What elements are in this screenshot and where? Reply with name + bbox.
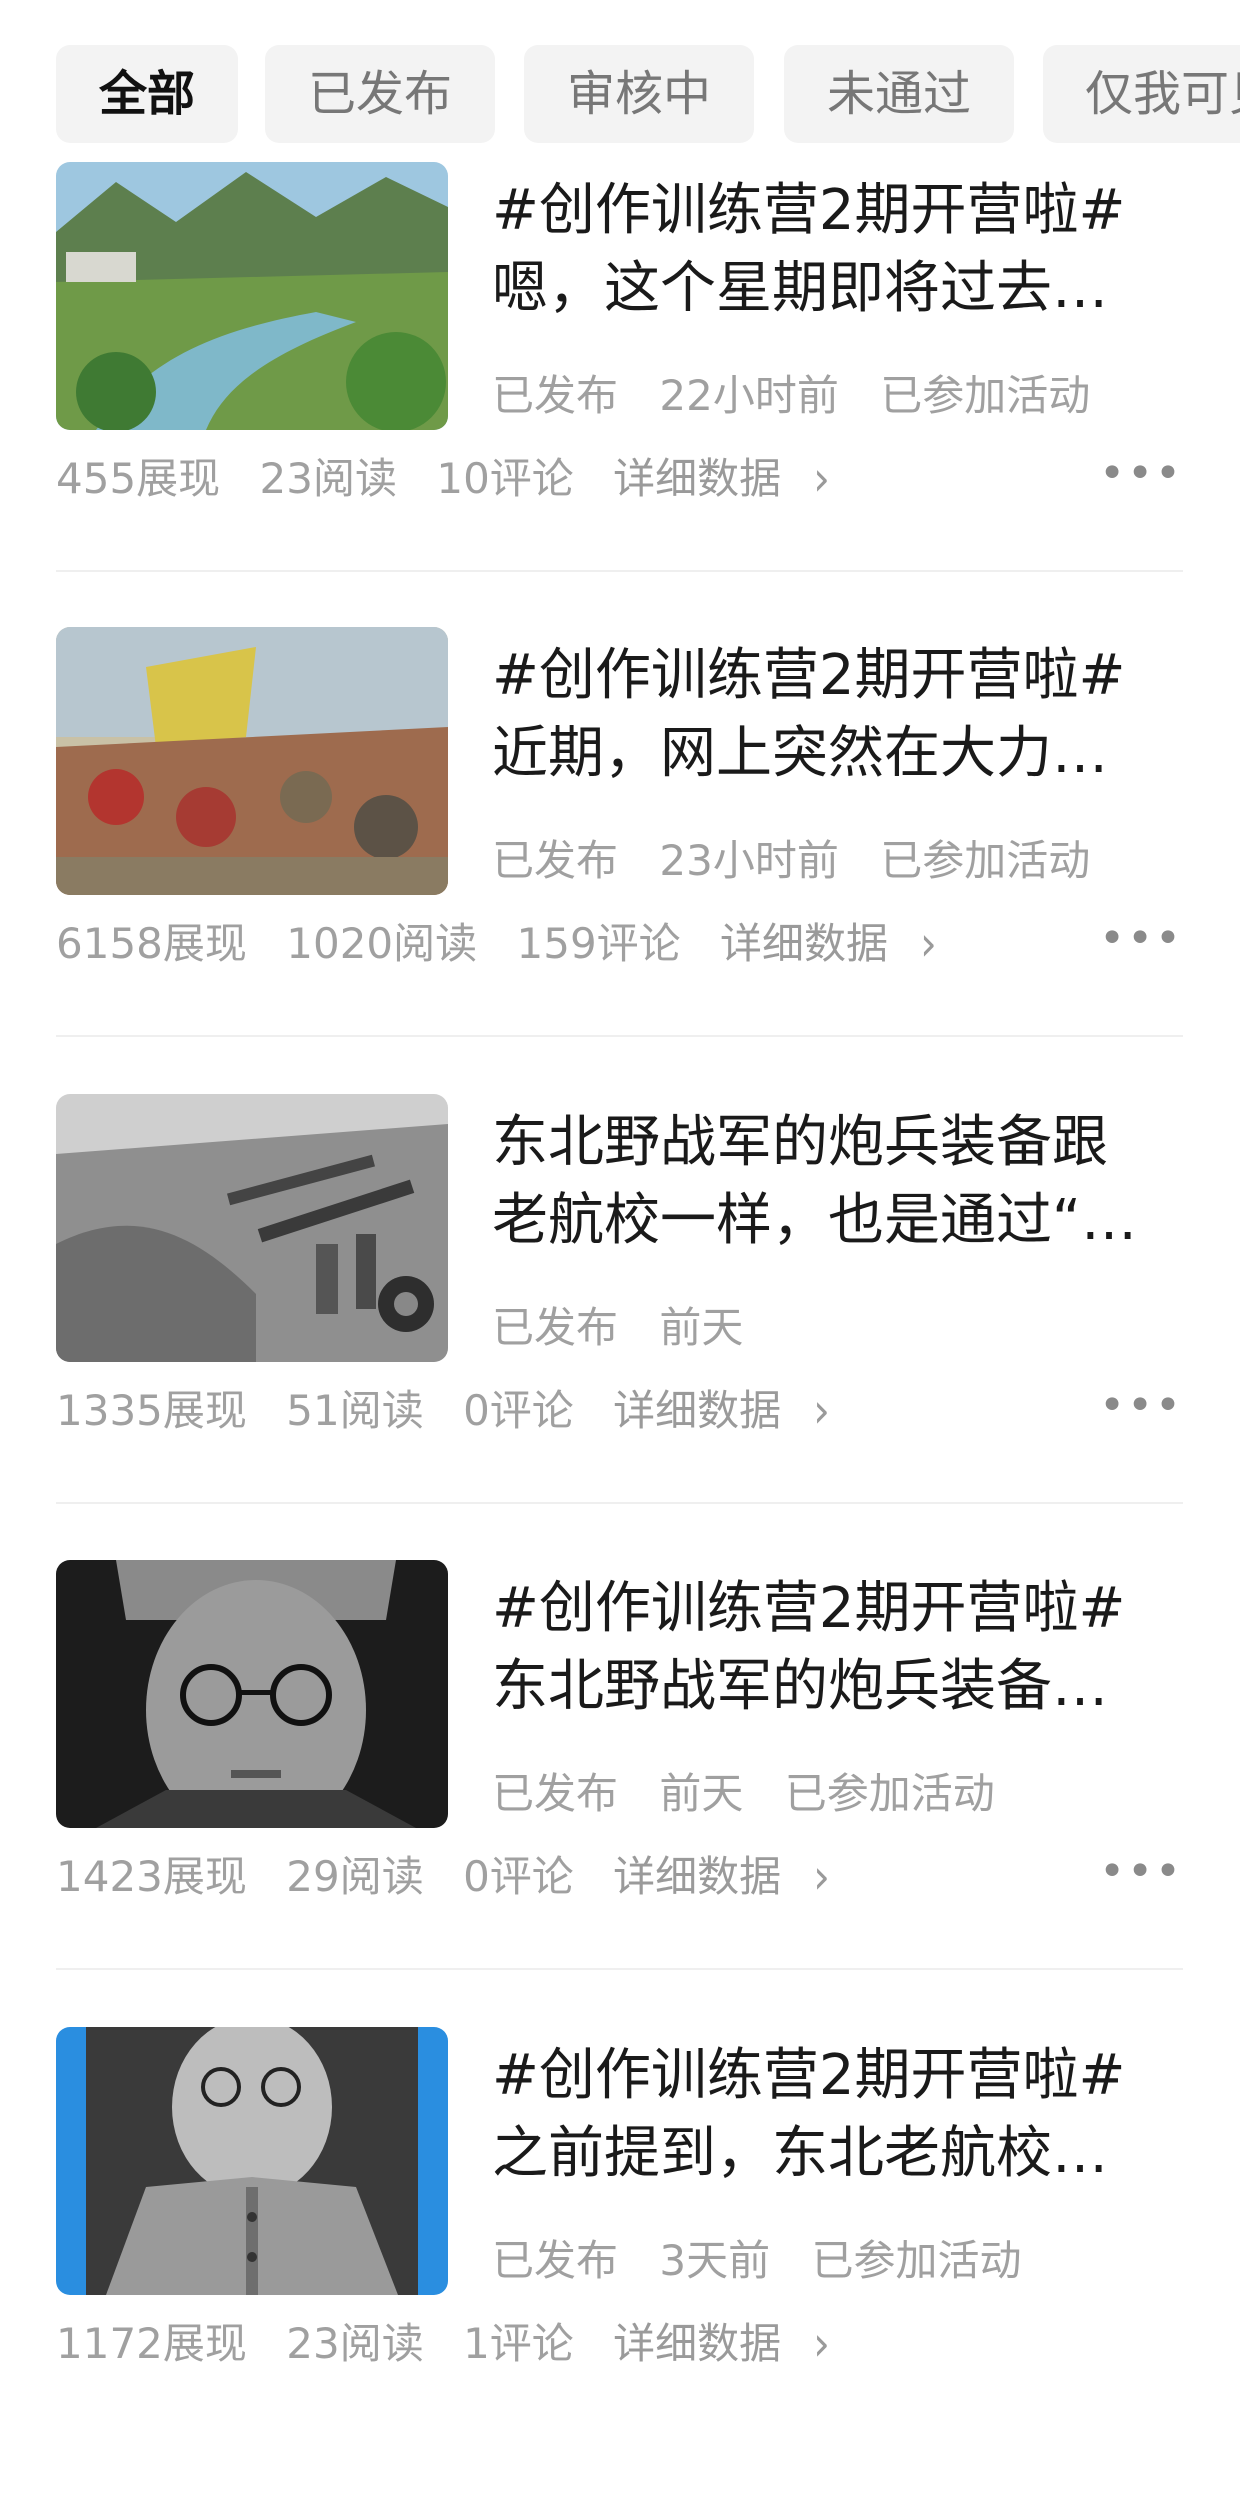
views-count: 1172展现 xyxy=(56,2319,247,2368)
tab-published[interactable]: 已发布 xyxy=(265,45,495,143)
article-title-line-1: #创作训练营2期开营啦# xyxy=(492,178,1126,243)
article-title-line-1: #创作训练营2期开营啦# xyxy=(492,1576,1126,1641)
reads-count: 51阅读 xyxy=(286,1386,424,1435)
reads-count: 1020阅读 xyxy=(286,919,478,968)
comments-count: 0评论 xyxy=(463,1386,574,1435)
battle-painting-image[interactable] xyxy=(56,627,448,895)
time-label: 23小时前 xyxy=(659,836,839,885)
article-title[interactable]: #创作训练营2期开营啦# 东北野战军的炮兵装备… xyxy=(492,1570,1182,1726)
detail-data-label: 详细数据 xyxy=(613,1852,782,1901)
views-count: 1335展现 xyxy=(56,1386,247,1435)
divider xyxy=(56,1968,1183,1970)
more-options-icon[interactable]: ••• xyxy=(1099,1846,1183,1897)
article-stats: 1423展现 29阅读 0评论 详细数据 › xyxy=(56,1843,882,1904)
article-meta: 已发布 23小时前 已参加活动 xyxy=(492,827,1118,888)
article-title-line-2: 东北野战军的炮兵装备… xyxy=(492,1654,1108,1719)
article-title-line-2: 老航校一样，也是通过“… xyxy=(492,1188,1138,1253)
time-label: 3天前 xyxy=(659,2236,771,2285)
more-options-icon[interactable]: ••• xyxy=(1099,448,1183,499)
reads-count: 29阅读 xyxy=(286,1852,424,1901)
article-meta: 已发布 3天前 已参加活动 xyxy=(492,2227,1049,2288)
views-count: 6158展现 xyxy=(56,919,247,968)
divider xyxy=(56,570,1183,572)
article-title[interactable]: #创作训练营2期开营啦# 近期，网上突然在大力… xyxy=(492,637,1182,793)
article-stats: 1172展现 23阅读 1评论 详细数据 › xyxy=(56,2310,882,2371)
river-landscape-image[interactable] xyxy=(56,162,448,430)
status-label: 已发布 xyxy=(492,1303,619,1352)
article-item[interactable]: #创作训练营2期开营啦# 之前提到，东北老航校… 已发布 3天前 已参加活动 1… xyxy=(56,2027,1183,2494)
article-title[interactable]: 东北野战军的炮兵装备跟 老航校一样，也是通过“… xyxy=(492,1104,1182,1260)
detail-data-link[interactable]: 详细数据 › xyxy=(720,915,963,971)
activity-label: 已参加活动 xyxy=(880,371,1091,420)
detail-data-label: 详细数据 xyxy=(613,2319,782,2368)
article-stats: 455展现 23阅读 10评论 详细数据 › xyxy=(56,445,882,506)
article-title[interactable]: #创作训练营2期开营啦# 之前提到，东北老航校… xyxy=(492,2037,1182,2193)
tab-private[interactable]: 仅我可见 xyxy=(1043,45,1240,143)
detail-data-link[interactable]: 详细数据 › xyxy=(613,1848,856,1904)
comments-count: 1评论 xyxy=(463,2319,574,2368)
chevron-right-icon: › xyxy=(920,915,937,972)
chevron-right-icon: › xyxy=(813,1382,830,1439)
article-stats: 6158展现 1020阅读 159评论 详细数据 › xyxy=(56,910,989,971)
article-item[interactable]: 东北野战军的炮兵装备跟 老航校一样，也是通过“… 已发布 前天 1335展现 5… xyxy=(56,1094,1183,1561)
detail-data-link[interactable]: 详细数据 › xyxy=(613,450,856,506)
divider xyxy=(56,1035,1183,1037)
reads-count: 23阅读 xyxy=(259,454,397,503)
status-label: 已发布 xyxy=(492,2236,619,2285)
portrait-glasses-image[interactable] xyxy=(56,1560,448,1828)
time-label: 前天 xyxy=(659,1769,744,1818)
article-stats: 1335展现 51阅读 0评论 详细数据 › xyxy=(56,1377,882,1438)
detail-data-label: 详细数据 xyxy=(720,919,889,968)
status-label: 已发布 xyxy=(492,836,619,885)
divider xyxy=(56,1502,1183,1504)
artillery-photo-image[interactable] xyxy=(56,1094,448,1362)
status-label: 已发布 xyxy=(492,371,619,420)
article-title-line-2: 嗯，这个星期即将过去… xyxy=(492,256,1108,321)
tab-all[interactable]: 全部 xyxy=(56,45,238,143)
article-title-line-1: #创作训练营2期开营啦# xyxy=(492,643,1126,708)
detail-data-label: 详细数据 xyxy=(613,454,782,503)
article-item[interactable]: #创作训练营2期开营啦# 近期，网上突然在大力… 已发布 23小时前 已参加活动… xyxy=(56,627,1183,1094)
article-title-line-1: #创作训练营2期开营啦# xyxy=(492,2043,1126,2108)
article-title-line-1: 东北野战军的炮兵装备跟 xyxy=(492,1110,1108,1175)
article-item[interactable]: #创作训练营2期开营啦# 嗯，这个星期即将过去… 已发布 22小时前 已参加活动… xyxy=(56,162,1183,629)
article-title-line-2: 之前提到，东北老航校… xyxy=(492,2121,1108,2186)
comments-count: 10评论 xyxy=(436,454,574,503)
views-count: 455展现 xyxy=(56,454,221,503)
tab-reviewing[interactable]: 审核中 xyxy=(524,45,754,143)
article-item[interactable]: #创作训练营2期开营啦# 东北野战军的炮兵装备… 已发布 前天 已参加活动 14… xyxy=(56,1560,1183,2027)
chevron-right-icon: › xyxy=(813,450,830,507)
time-label: 前天 xyxy=(659,1303,744,1352)
article-meta: 已发布 前天 已参加活动 xyxy=(492,1760,1023,1821)
activity-label: 已参加活动 xyxy=(784,1769,995,1818)
article-meta: 已发布 22小时前 已参加活动 xyxy=(492,362,1118,423)
more-options-icon[interactable]: ••• xyxy=(1099,1380,1183,1431)
article-meta: 已发布 前天 xyxy=(492,1294,771,1355)
activity-label: 已参加活动 xyxy=(880,836,1091,885)
comments-count: 0评论 xyxy=(463,1852,574,1901)
views-count: 1423展现 xyxy=(56,1852,247,1901)
detail-data-link[interactable]: 详细数据 › xyxy=(613,2315,856,2371)
detail-data-label: 详细数据 xyxy=(613,1386,782,1435)
reads-count: 23阅读 xyxy=(286,2319,424,2368)
tab-rejected[interactable]: 未通过 xyxy=(784,45,1014,143)
filter-tabs: 全部 已发布 审核中 未通过 仅我可见 xyxy=(56,45,1240,145)
time-label: 22小时前 xyxy=(659,371,839,420)
detail-data-link[interactable]: 详细数据 › xyxy=(613,1382,856,1438)
portrait-uniform-image[interactable] xyxy=(56,2027,448,2295)
chevron-right-icon: › xyxy=(813,2315,830,2372)
activity-label: 已参加活动 xyxy=(811,2236,1022,2285)
article-title[interactable]: #创作训练营2期开营啦# 嗯，这个星期即将过去… xyxy=(492,172,1182,328)
comments-count: 159评论 xyxy=(516,919,681,968)
status-label: 已发布 xyxy=(492,1769,619,1818)
article-title-line-2: 近期，网上突然在大力… xyxy=(492,721,1108,786)
more-options-icon[interactable]: ••• xyxy=(1099,913,1183,964)
chevron-right-icon: › xyxy=(813,1848,830,1905)
